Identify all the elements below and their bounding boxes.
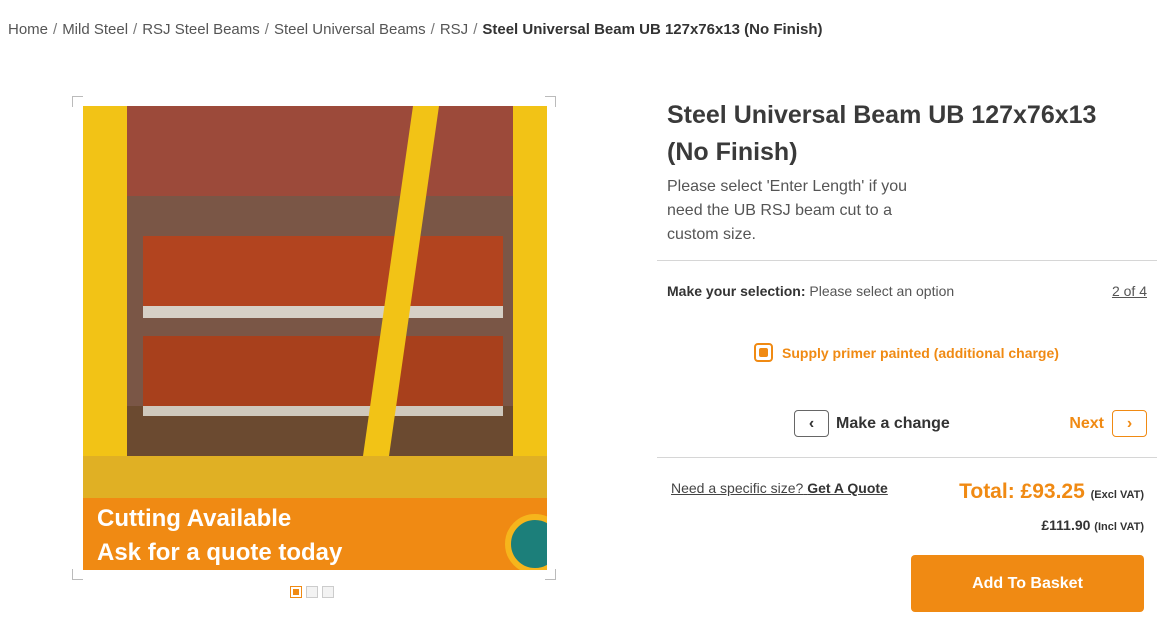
breadcrumb: Home / Mild Steel / RSJ Steel Beams / Steel Un… xyxy=(8,21,823,38)
product-image[interactable]: Cutting Available Ask for a quote today xyxy=(83,106,547,570)
steel-beams-illustration xyxy=(83,106,547,498)
step-indicator[interactable]: 2 of 4 xyxy=(1112,283,1147,299)
primer-checkbox[interactable] xyxy=(754,343,773,362)
promo-banner: Cutting Available Ask for a quote today xyxy=(83,498,547,570)
incl-vat-label: (Incl VAT) xyxy=(1094,521,1144,533)
gallery-pagination xyxy=(290,586,334,598)
product-gallery: Cutting Available Ask for a quote today xyxy=(72,96,556,580)
get-quote-link[interactable]: Need a specific size? Get A Quote xyxy=(671,480,888,496)
divider xyxy=(657,260,1157,261)
breadcrumb-separator: / xyxy=(133,21,138,38)
make-change-control[interactable]: ‹ Make a change xyxy=(794,410,950,437)
primer-option-label: Supply primer painted (additional charge… xyxy=(782,344,1059,361)
incl-vat-value: £111.90 xyxy=(1041,517,1091,533)
quote-prefix: Need a specific size? xyxy=(671,480,804,496)
breadcrumb-separator: / xyxy=(430,21,435,38)
primer-option[interactable]: Supply primer painted (additional charge… xyxy=(754,343,1059,362)
breadcrumb-rsj[interactable]: RSJ xyxy=(440,21,468,38)
gallery-dot-1[interactable] xyxy=(290,586,302,598)
breadcrumb-separator: / xyxy=(264,21,269,38)
total-price-value: Total: £93.25 xyxy=(959,480,1085,503)
product-subtitle: Please select 'Enter Length' if you need… xyxy=(667,178,908,243)
breadcrumb-rsj-steel-beams[interactable]: RSJ Steel Beams xyxy=(142,21,260,38)
next-label: Next xyxy=(1069,414,1104,432)
selection-status: Make your selection: Please select an op… xyxy=(667,283,954,299)
total-price: Total: £93.25 (Excl VAT) xyxy=(959,480,1144,504)
selection-value: Please select an option xyxy=(809,283,955,299)
chevron-right-icon[interactable]: › xyxy=(1112,410,1147,437)
breadcrumb-current: Steel Universal Beam UB 127x76x13 (No Fi… xyxy=(482,21,823,38)
add-to-basket-button[interactable]: Add To Basket xyxy=(911,555,1144,612)
breadcrumb-mild-steel[interactable]: Mild Steel xyxy=(62,21,128,38)
chevron-left-icon[interactable]: ‹ xyxy=(794,410,829,437)
check-mark-icon xyxy=(759,348,768,357)
banner-line-2: Ask for a quote today xyxy=(97,539,343,566)
frame-corner xyxy=(72,96,83,107)
incl-vat-price: £111.90 (Incl VAT) xyxy=(1041,517,1144,533)
gallery-dot-3[interactable] xyxy=(322,586,334,598)
breadcrumb-home[interactable]: Home xyxy=(8,21,48,38)
next-control[interactable]: Next › xyxy=(1069,410,1147,437)
frame-corner xyxy=(545,569,556,580)
make-change-label: Make a change xyxy=(836,414,950,432)
breadcrumb-separator: / xyxy=(473,21,478,38)
quote-link-label: Get A Quote xyxy=(807,480,888,496)
frame-corner xyxy=(72,569,83,580)
gallery-dot-2[interactable] xyxy=(306,586,318,598)
banner-line-1: Cutting Available xyxy=(97,505,292,532)
selection-label: Make your selection: xyxy=(667,283,806,299)
excl-vat-label: (Excl VAT) xyxy=(1090,489,1144,501)
breadcrumb-separator: / xyxy=(53,21,58,38)
divider xyxy=(657,457,1157,458)
product-title: Steel Universal Beam UB 127x76x13 (No Fi… xyxy=(667,101,1097,166)
breadcrumb-steel-universal-beams[interactable]: Steel Universal Beams xyxy=(274,21,426,38)
